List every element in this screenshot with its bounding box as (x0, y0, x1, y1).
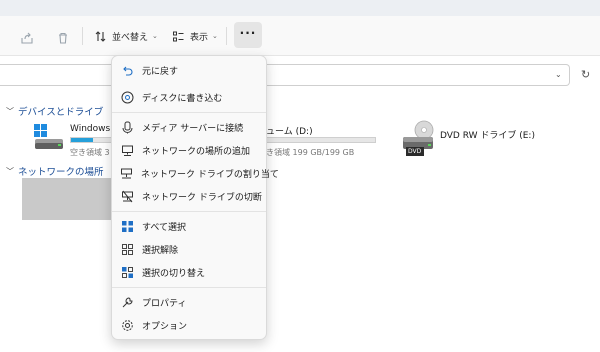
options-gear-icon (120, 319, 134, 333)
view-list-icon (173, 31, 184, 41)
select-none-icon (120, 243, 134, 257)
drive-c-usage-bar (70, 137, 112, 143)
menu-item-label: オプション (142, 322, 188, 332)
menu-item-disconnect-network-drive[interactable]: ネットワーク ドライブの切断 (116, 186, 262, 207)
menu-item-select-all[interactable]: すべて選択 (116, 216, 262, 237)
disconnect-drive-icon (120, 190, 134, 204)
address-bar[interactable] (0, 64, 570, 86)
menu-separator (112, 287, 266, 288)
chevron-down-icon: ﹀ (6, 166, 14, 176)
more-dots-icon: ··· (239, 26, 257, 40)
menu-item-label: ネットワークの場所の追加 (142, 147, 251, 157)
refresh-icon[interactable]: ↻ (581, 68, 590, 81)
sort-button[interactable]: 並べ替え ⌄ (94, 24, 158, 48)
section-network-title: ネットワークの場所 (18, 167, 104, 178)
menu-item-options[interactable]: オプション (116, 315, 262, 336)
menu-item-label: すべて選択 (142, 223, 187, 233)
menu-item-add-network-location[interactable]: ネットワークの場所の追加 (116, 140, 262, 161)
command-bar (0, 16, 600, 56)
drive-d-usage-bar (266, 137, 376, 143)
menu-item-label: ネットワーク ドライブの切断 (142, 193, 262, 203)
drive-c-name[interactable]: Windows ( (70, 124, 117, 134)
menu-item-label: プロパティ (142, 299, 187, 309)
sort-icon (95, 30, 106, 42)
title-strip (0, 0, 600, 16)
menu-item-label: ネットワーク ドライブの割り当て (141, 170, 279, 180)
menu-item-undo[interactable]: 元に戻す (116, 60, 262, 81)
drive-c-free: 空き領域 3 (70, 148, 110, 157)
chevron-down-icon: ⌄ (212, 32, 218, 40)
menu-item-label: 選択解除 (142, 246, 179, 256)
address-history-chevron-icon[interactable]: ⌄ (555, 70, 562, 79)
chevron-down-icon: ⌄ (152, 32, 158, 40)
menu-item-label: 選択の切り替え (142, 269, 206, 279)
sort-label: 並べ替え (112, 32, 149, 43)
share-icon (21, 32, 33, 44)
network-location-icon (120, 144, 134, 158)
more-options-menu: 元に戻す ディスクに書き込む メディア サーバーに接続 ネットワークの場所の追加… (111, 55, 279, 340)
menu-item-label: ディスクに書き込む (142, 94, 223, 104)
menu-item-connect-media-server[interactable]: メディア サーバーに接続 (116, 117, 262, 138)
select-all-icon (120, 220, 134, 234)
view-button[interactable]: 表示 ⌄ (172, 24, 218, 48)
delete-button[interactable] (56, 26, 70, 50)
menu-item-burn-disc[interactable]: ディスクに書き込む (116, 87, 262, 108)
menu-separator (112, 112, 266, 113)
drive-d-name[interactable]: ューム (D:) (266, 124, 313, 137)
toolbar-separator (226, 27, 227, 45)
menu-separator (112, 211, 266, 212)
menu-item-label: 元に戻す (142, 67, 179, 77)
see-more-button[interactable]: ··· (234, 22, 262, 48)
chevron-down-icon: ﹀ (6, 106, 14, 116)
menu-item-invert-selection[interactable]: 選択の切り替え (116, 262, 262, 283)
section-devices[interactable]: ﹀ デバイスとドライブ (6, 104, 104, 119)
menu-item-map-network-drive[interactable]: ネットワーク ドライブの割り当て (116, 163, 279, 184)
drive-e-name[interactable]: DVD RW ドライブ (E:) (440, 128, 535, 141)
dvd-disc-label: DVD (408, 148, 422, 155)
toolbar-separator (82, 27, 83, 45)
share-button[interactable] (20, 26, 34, 50)
media-server-icon (120, 121, 134, 135)
undo-icon (120, 64, 134, 78)
drive-d-free: き領域 199 GB/199 GB (266, 148, 355, 157)
view-label: 表示 (190, 32, 209, 43)
map-drive-icon (120, 167, 133, 181)
disc-burn-icon (120, 91, 134, 105)
properties-icon (120, 296, 134, 310)
section-devices-title: デバイスとドライブ (18, 107, 104, 118)
network-item-thumbnail[interactable] (22, 178, 112, 220)
menu-item-label: メディア サーバーに接続 (142, 124, 244, 134)
trash-icon (59, 32, 67, 44)
section-network[interactable]: ﹀ ネットワークの場所 (6, 164, 104, 179)
invert-selection-icon (120, 266, 134, 280)
menu-item-properties[interactable]: プロパティ (116, 292, 262, 313)
drive-c-icon (32, 122, 66, 155)
menu-item-select-none[interactable]: 選択解除 (116, 239, 262, 260)
